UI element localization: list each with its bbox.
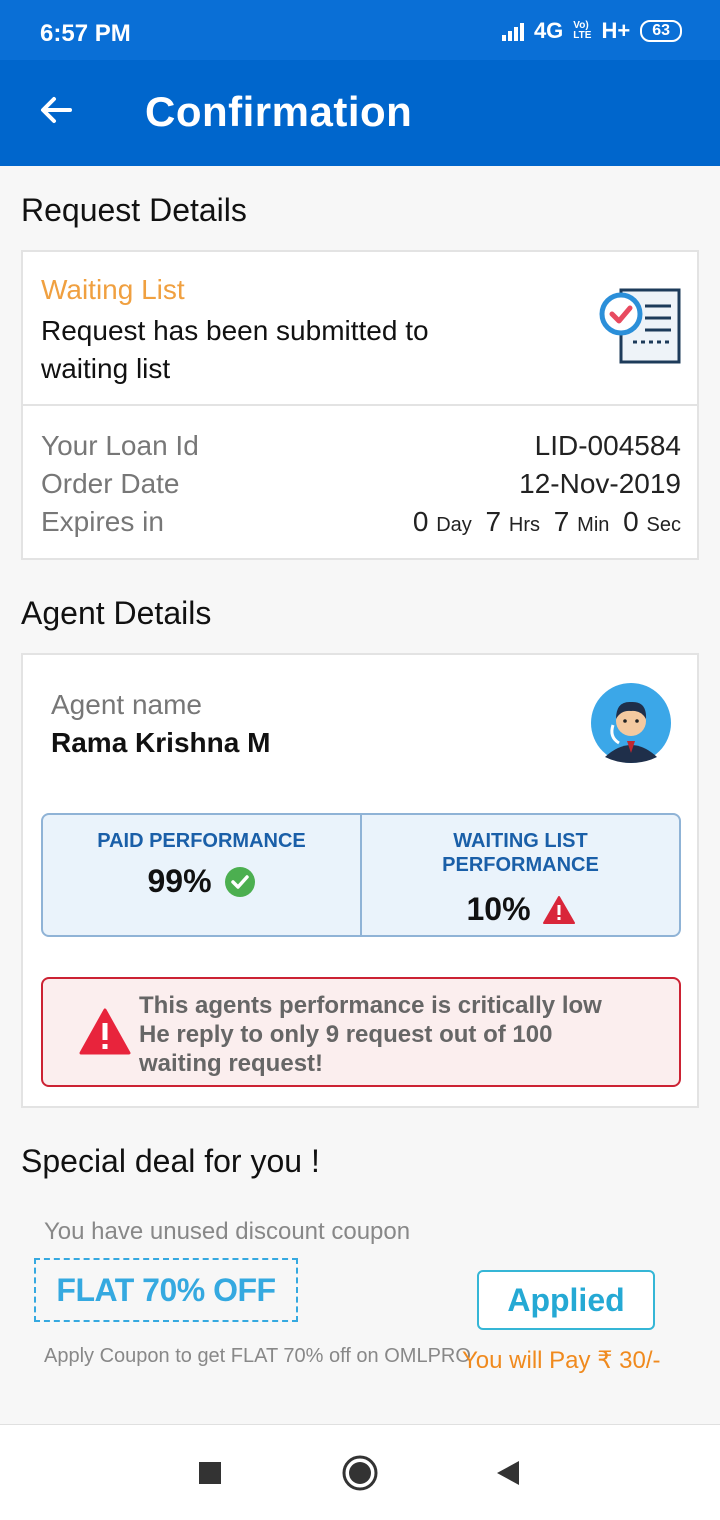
critical-performance-alert: This agents performance is critically lo… [41, 977, 681, 1087]
loan-id-row: Your Loan Id LID-004584 [41, 430, 681, 462]
paid-performance-value: 99% [147, 863, 212, 899]
agent-details-card: Agent name Rama Krishna M PAID PERFORMAN… [21, 653, 699, 1108]
coupon-label: You have unused discount coupon [44, 1218, 411, 1245]
check-circle-icon [224, 866, 255, 897]
waiting-performance-value: 10% [466, 891, 531, 927]
request-details-card: Waiting List Request has been submitted … [21, 250, 699, 560]
agent-name: Rama Krishna M [51, 727, 271, 758]
request-details-title: Request Details [21, 192, 247, 228]
waiting-performance-value-wrap: 10% [466, 891, 575, 928]
status-time: 6:57 PM [40, 20, 131, 47]
expires-countdown: 0 Day 7 Hrs 7 Min 0 Sec [412, 506, 681, 537]
warning-triangle-icon [79, 1008, 131, 1055]
triangle-back-icon[interactable] [484, 1449, 532, 1497]
volte-icon: Vo) LTE [573, 20, 592, 41]
status-bar: 6:57 PM 4G Vo) LTE H+ 63 [0, 0, 720, 60]
expires-row: Expires in 0 Day 7 Hrs 7 Min 0 Sec [41, 506, 681, 538]
page-title: Confirmation [145, 88, 413, 135]
app-bar: Confirmation [0, 60, 720, 166]
arrow-left-icon[interactable] [36, 90, 76, 130]
battery-icon: 63 [640, 20, 682, 42]
agent-avatar-icon [591, 683, 671, 763]
coupon-code[interactable]: FLAT 70% OFF [34, 1258, 298, 1322]
square-recent-icon[interactable] [186, 1449, 234, 1497]
paid-performance: PAID PERFORMANCE 99% [43, 815, 360, 935]
status-indicators: 4G Vo) LTE H+ 63 [501, 18, 682, 44]
agent-details-title: Agent Details [21, 595, 212, 631]
order-date-value: 12-Nov-2019 [519, 468, 681, 499]
order-date-row: Order Date 12-Nov-2019 [41, 468, 681, 500]
waiting-list-performance: WAITING LIST PERFORMANCE 10% [360, 815, 679, 935]
pay-amount-note: You will Pay ₹ 30/- [462, 1347, 661, 1374]
network-type: 4G [533, 18, 564, 43]
card-divider [23, 404, 697, 406]
order-date-label: Order Date [41, 468, 180, 499]
checklist-document-icon [599, 288, 681, 364]
system-nav-bar [0, 1424, 720, 1520]
paid-performance-label: PAID PERFORMANCE [97, 830, 306, 852]
alert-message: This agents performance is critically lo… [139, 992, 602, 1077]
signal-icon [501, 21, 524, 41]
paid-performance-value-wrap: 99% [147, 863, 255, 900]
circle-home-icon[interactable] [336, 1449, 384, 1497]
waiting-list-label: Waiting List [41, 274, 185, 305]
waiting-performance-label: WAITING LIST PERFORMANCE [442, 830, 599, 876]
expires-label: Expires in [41, 506, 164, 537]
special-deal-title: Special deal for you ! [21, 1143, 320, 1179]
waiting-list-description: Request has been submitted to waiting li… [41, 315, 429, 384]
applied-button[interactable]: Applied [477, 1270, 655, 1330]
performance-panel: PAID PERFORMANCE 99% WAITING LIST PERFOR… [41, 813, 681, 937]
coupon-note: Apply Coupon to get FLAT 70% off on OMLP… [44, 1345, 471, 1367]
agent-name-label: Agent name [51, 689, 202, 720]
hplus-indicator: H+ [601, 18, 631, 43]
loan-id-label: Your Loan Id [41, 430, 199, 461]
warning-triangle-icon [542, 895, 575, 924]
loan-id-value: LID-004584 [534, 430, 681, 461]
